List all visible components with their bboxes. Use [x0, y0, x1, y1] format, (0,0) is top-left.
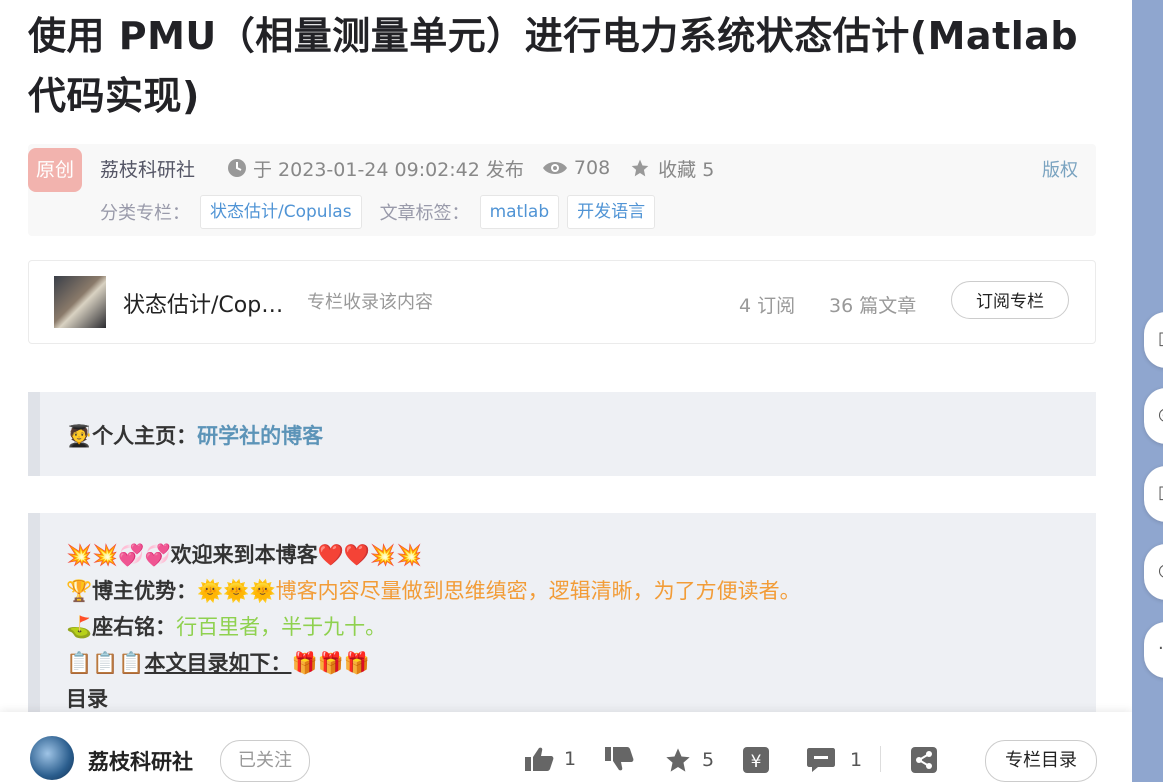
- sun-emojis: 🌞🌞🌞: [197, 579, 276, 603]
- copyright-link[interactable]: 版权: [1042, 156, 1078, 182]
- favorite-icon: [666, 748, 690, 772]
- follow-button[interactable]: 已关注: [220, 740, 310, 782]
- toolbar-author-name[interactable]: 荔枝科研社: [88, 746, 193, 776]
- rail-button-1[interactable]: ▯: [1144, 312, 1163, 368]
- publish-time: 于 2023-01-24 09:02:42 发布: [253, 158, 524, 181]
- clock-icon: [228, 159, 247, 177]
- tags-label: 文章标签：: [379, 203, 470, 224]
- like-count: 1: [564, 748, 577, 770]
- golf-flag-emoji: ⛳️: [66, 615, 93, 639]
- author-avatar[interactable]: [30, 736, 74, 780]
- favorite-count: 收藏 5: [658, 158, 715, 181]
- reward-icon: ¥: [743, 747, 769, 773]
- trophy-emoji: 🏆: [66, 579, 93, 603]
- rail-icon-2: ◎: [1158, 404, 1163, 425]
- toc-intro-text: 本文目录如下：: [144, 651, 292, 675]
- original-badge: 原创: [28, 148, 82, 192]
- rail-icon-3: ▯: [1158, 482, 1163, 503]
- article-page: 使用 PMU（相量测量单元）进行电力系统状态估计(Matlab代码实现) 原创 …: [0, 0, 1132, 782]
- dislike-button[interactable]: [604, 746, 634, 772]
- column-name[interactable]: 状态估计/Cop…: [123, 287, 283, 319]
- like-button[interactable]: 1: [524, 746, 576, 772]
- advantage-text: 博客内容尽量做到思维缜密，逻辑清晰，为了方便读者。: [275, 579, 801, 603]
- motto-label: 座右铭：: [92, 615, 177, 639]
- category-label: 分类专栏：: [100, 203, 190, 224]
- article-meta: 原创 荔枝科研社 于 2023-01-24 09:02:42 发布 708 收藏…: [28, 144, 1096, 236]
- favorite-total: 5: [702, 749, 715, 771]
- motto-text: 行百里者，半于九十。: [176, 615, 387, 639]
- rail-button-3[interactable]: ▯: [1144, 466, 1163, 522]
- comment-icon: [807, 748, 835, 772]
- rail-button-4[interactable]: ○: [1144, 544, 1163, 600]
- rail-icon-1: ▯: [1158, 328, 1163, 349]
- reward-button[interactable]: ¥: [742, 746, 770, 774]
- column-subscribers: 4 订阅: [739, 295, 796, 317]
- intro-quote: 💥💥💞💞欢迎来到本博客❤️❤️💥💥 🏆博主优势：🌞🌞🌞博客内容尽量做到思维缜密，…: [28, 513, 1096, 713]
- svg-text:¥: ¥: [751, 752, 762, 772]
- clipboard-emojis: 📋📋📋: [66, 651, 145, 675]
- comment-button[interactable]: 1: [806, 746, 862, 774]
- right-side-rail: ▯ ◎ ▯ ○ ·: [1132, 0, 1163, 782]
- favorite-meta[interactable]: 收藏 5: [628, 155, 714, 182]
- author-link[interactable]: 荔枝科研社: [100, 155, 195, 182]
- rail-button-2[interactable]: ◎: [1144, 388, 1163, 444]
- homepage-link[interactable]: 研学社的博客: [197, 424, 323, 448]
- advantage-line: 🏆博主优势：🌞🌞🌞博客内容尽量做到思维缜密，逻辑清晰，为了方便读者。: [66, 573, 801, 609]
- star-icon: [631, 159, 649, 177]
- advantage-label: 博主优势：: [92, 579, 198, 603]
- eye-icon: [542, 162, 567, 174]
- favorite-button[interactable]: 5: [664, 746, 714, 774]
- article-title: 使用 PMU（相量测量单元）进行电力系统状态估计(Matlab代码实现): [28, 14, 1079, 118]
- share-icon: [911, 747, 937, 773]
- column-article-count: 36 篇文章: [829, 295, 917, 317]
- welcome-emojis-right: ❤️❤️💥💥: [317, 543, 423, 567]
- toolbar-divider: [880, 746, 881, 772]
- subscribe-column-button[interactable]: 订阅专栏: [951, 281, 1069, 319]
- column-toc-button[interactable]: 专栏目录: [985, 740, 1097, 782]
- column-thumbnail[interactable]: [54, 276, 106, 328]
- rail-button-5[interactable]: ·: [1144, 622, 1163, 678]
- homepage-label: 个人主页：: [92, 424, 198, 448]
- comment-count: 1: [850, 749, 863, 771]
- homepage-quote: 🧑‍🎓个人主页：研学社的博客: [28, 392, 1096, 476]
- welcome-text: 欢迎来到本博客: [170, 543, 318, 567]
- view-count: 708: [573, 157, 611, 179]
- column-card: 状态估计/Cop… 专栏收录该内容 4 订阅 36 篇文章 订阅专栏: [28, 260, 1096, 344]
- tag-matlab[interactable]: matlab: [479, 195, 560, 229]
- thumbs-up-icon: [525, 747, 554, 771]
- toc-intro-line: 📋📋📋本文目录如下：🎁🎁🎁: [66, 645, 801, 681]
- welcome-line: 💥💥💞💞欢迎来到本博客❤️❤️💥💥: [66, 537, 801, 573]
- share-button[interactable]: [910, 746, 938, 774]
- thumbs-down-icon: [605, 747, 634, 771]
- column-desc: 专栏收录该内容: [307, 292, 433, 313]
- gift-emojis: 🎁🎁🎁: [291, 651, 370, 675]
- rail-icon-5: ·: [1158, 638, 1163, 659]
- motto-line: ⛳️座右铭：行百里者，半于九十。: [66, 609, 801, 645]
- category-tag[interactable]: 状态估计/Copulas: [200, 195, 362, 229]
- student-emoji: 🧑‍🎓: [66, 424, 93, 448]
- tag-dev-language[interactable]: 开发语言: [567, 195, 656, 229]
- rail-icon-4: ○: [1158, 560, 1163, 581]
- welcome-emojis-left: 💥💥💞💞: [66, 543, 171, 567]
- bottom-toolbar: 荔枝科研社 已关注 1 5 ¥ 1 专栏目录: [0, 712, 1132, 782]
